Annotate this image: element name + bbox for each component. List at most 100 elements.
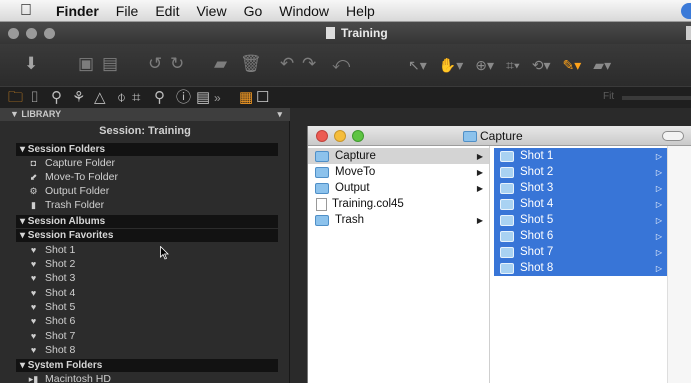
- favorite-item[interactable]: ♥ Shot 8: [28, 344, 76, 357]
- finder-row-shot[interactable]: Shot 3 ▷: [494, 180, 668, 196]
- menu-finder[interactable]: Finder: [56, 3, 99, 19]
- menu-edit[interactable]: Edit: [155, 3, 179, 19]
- app-title-bar: Training: [0, 22, 691, 44]
- library-menu-icon[interactable]: ▾: [277, 109, 282, 120]
- viewer-icon[interactable]: ▤: [102, 54, 118, 74]
- menu-file[interactable]: File: [116, 3, 139, 19]
- favorite-item[interactable]: ♥ Shot 5: [28, 301, 76, 314]
- fit-label: Fit: [603, 91, 615, 102]
- finder-row-trash[interactable]: Trash ▶: [308, 212, 489, 228]
- pan-tool-icon[interactable]: ✋▾: [439, 57, 463, 74]
- minimize-window-button[interactable]: [26, 28, 37, 39]
- capture-tab-icon[interactable]: ⌷: [30, 89, 39, 107]
- menu-help[interactable]: Help: [346, 3, 375, 19]
- finder-scrollbar[interactable]: [667, 146, 691, 383]
- folder-icon: [500, 198, 514, 210]
- picker-tool-icon[interactable]: ✎▾: [563, 57, 582, 74]
- session-folder-item[interactable]: ⚙ Output Folder: [28, 185, 109, 198]
- section-system-folders[interactable]: ▾ System Folders: [16, 359, 278, 372]
- copy-apply-tool-icon[interactable]: ▰▾: [593, 57, 611, 74]
- heart-icon: ♥: [30, 259, 37, 269]
- section-session-albums[interactable]: ▾ Session Albums: [16, 215, 278, 228]
- section-session-favorites[interactable]: ▾ Session Favorites: [16, 229, 278, 242]
- more-tabs-icon[interactable]: »: [214, 89, 221, 107]
- details-tab-icon[interactable]: ⚲: [154, 89, 165, 107]
- menu-window[interactable]: Window: [279, 3, 329, 19]
- mouse-pointer-icon: [160, 246, 169, 260]
- focus-tab-icon[interactable]: ⌽: [117, 89, 126, 107]
- import-icon[interactable]: ⬇: [24, 54, 38, 74]
- finder-title: Capture: [463, 129, 523, 143]
- toolbar-toggle-button[interactable]: [686, 26, 691, 40]
- finder-row-label: Shot 2: [520, 166, 554, 178]
- heart-icon: ♥: [30, 245, 37, 255]
- session-folder-label: Output Folder: [45, 185, 110, 197]
- favorite-item[interactable]: ♥ Shot 7: [28, 330, 76, 343]
- finder-row-label: Training.col45: [332, 198, 404, 210]
- menu-go[interactable]: Go: [244, 3, 263, 19]
- session-folder-item[interactable]: ⬋ Move-To Folder: [28, 171, 118, 184]
- trash-icon[interactable]: 🗑: [240, 54, 262, 74]
- menu-view[interactable]: View: [196, 3, 226, 19]
- undo-icon[interactable]: ↶: [280, 54, 294, 74]
- session-folder-item[interactable]: ▮ Trash Folder: [28, 199, 104, 212]
- finder-row-moveto[interactable]: MoveTo ▶: [308, 164, 489, 180]
- apple-icon[interactable]: : [20, 2, 40, 20]
- zoom-window-button[interactable]: [44, 28, 55, 39]
- favorite-item[interactable]: ♥ Shot 1: [28, 244, 76, 257]
- tool-tabs: 🗀 ⌷ ⚲ ⚘ △ ⌽ ⌗ ⚲ ⓘ ▤ » ▦ ☐ Fit: [0, 86, 691, 108]
- system-folder-item[interactable]: ▸▮ Macintosh HD: [28, 373, 111, 383]
- rotate-left-icon[interactable]: ↺: [148, 54, 162, 74]
- single-view-icon[interactable]: ☐: [256, 89, 269, 107]
- folder-icon: [500, 166, 514, 178]
- move-to-icon[interactable]: ▰: [214, 54, 227, 74]
- finder-minimize-button[interactable]: [334, 130, 346, 142]
- select-tool-icon[interactable]: ↖▾: [408, 57, 427, 74]
- finder-row-label: Capture: [335, 150, 376, 162]
- folder-icon: [500, 150, 514, 162]
- finder-row-shot[interactable]: Shot 7 ▷: [494, 244, 668, 260]
- color-tab-icon[interactable]: ⚘: [72, 89, 85, 107]
- finder-row-training-col45[interactable]: Training.col45: [308, 196, 489, 212]
- finder-row-shot[interactable]: Shot 1 ▷: [494, 148, 668, 164]
- toolbar-pill-button[interactable]: [662, 131, 684, 141]
- favorite-item[interactable]: ♥ Shot 2: [28, 258, 76, 271]
- library-tab-icon[interactable]: 🗀: [8, 89, 23, 107]
- finder-row-output[interactable]: Output ▶: [308, 180, 489, 196]
- finder-row-capture[interactable]: Capture ▶: [308, 148, 489, 164]
- adjustments-tab-icon[interactable]: ⓘ: [176, 89, 191, 107]
- metadata-tab-icon[interactable]: ▤: [196, 89, 210, 107]
- favorite-item[interactable]: ♥ Shot 4: [28, 287, 76, 300]
- session-folder-item[interactable]: ◘ Capture Folder: [28, 157, 115, 170]
- redo-icon[interactable]: ↷: [302, 54, 316, 74]
- section-session-folders[interactable]: ▾ Session Folders: [16, 143, 278, 156]
- heart-icon: ♥: [30, 331, 37, 341]
- finder-zoom-button[interactable]: [352, 130, 364, 142]
- favorite-label: Shot 8: [45, 344, 76, 356]
- document-icon: [316, 197, 327, 211]
- exposure-tab-icon[interactable]: △: [94, 89, 106, 107]
- grid-view-icon[interactable]: ▦: [239, 89, 253, 107]
- finder-row-shot[interactable]: Shot 2 ▷: [494, 164, 668, 180]
- finder-row-shot[interactable]: Shot 4 ▷: [494, 196, 668, 212]
- finder-row-label: MoveTo: [335, 166, 376, 178]
- zoom-slider[interactable]: [622, 96, 691, 100]
- spotlight-icon[interactable]: [681, 3, 691, 19]
- zoom-tool-icon[interactable]: ⊕▾: [475, 57, 494, 74]
- close-window-button[interactable]: [8, 28, 19, 39]
- library-header[interactable]: ▼ LIBRARY ▾: [0, 108, 290, 121]
- rotate-right-icon[interactable]: ↻: [170, 54, 184, 74]
- favorite-item[interactable]: ♥ Shot 6: [28, 315, 76, 328]
- finder-row-shot[interactable]: Shot 5 ▷: [494, 212, 668, 228]
- finder-title-bar[interactable]: Capture: [308, 126, 691, 146]
- reset-icon[interactable]: ⤺: [332, 54, 350, 74]
- rotate-tool-icon[interactable]: ⟲▾: [532, 57, 551, 74]
- favorite-item[interactable]: ♥ Shot 3: [28, 272, 76, 285]
- finder-row-shot[interactable]: Shot 6 ▷: [494, 228, 668, 244]
- composition-tab-icon[interactable]: ⌗: [132, 89, 140, 107]
- finder-close-button[interactable]: [316, 130, 328, 142]
- crop-tool-icon[interactable]: ⌗▾: [506, 57, 520, 74]
- lens-tab-icon[interactable]: ⚲: [51, 89, 62, 107]
- finder-row-shot[interactable]: Shot 8 ▷: [494, 260, 668, 276]
- browser-view-icon[interactable]: ▣: [78, 54, 94, 74]
